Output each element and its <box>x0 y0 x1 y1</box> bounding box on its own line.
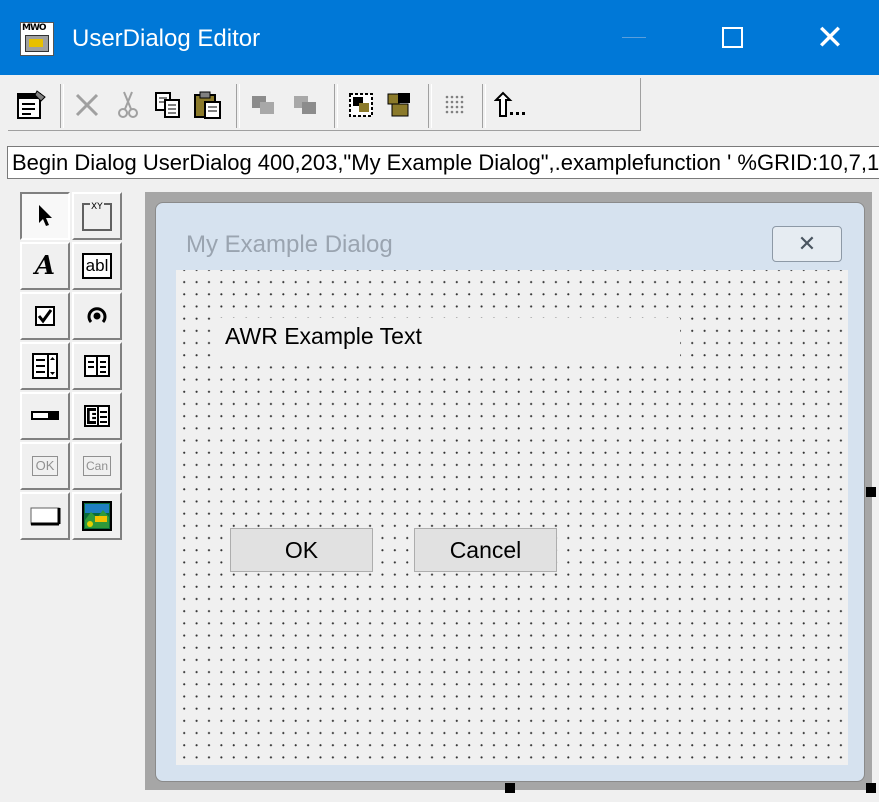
grid-button[interactable] <box>438 88 472 122</box>
paste-icon <box>194 91 221 119</box>
exit-button[interactable] <box>494 88 528 122</box>
picture-icon <box>82 501 112 531</box>
textbox-tool[interactable]: abl <box>72 242 122 290</box>
listbox-icon <box>32 353 58 379</box>
toolbar-separator <box>60 84 64 128</box>
xy-label: XY <box>91 202 103 212</box>
code-line-text: Begin Dialog UserDialog 400,203,"My Exam… <box>12 150 879 175</box>
toolbox: XY A abl E OK Can <box>20 192 124 540</box>
ok-tool-icon: OK <box>31 456 59 476</box>
group-icon <box>349 93 373 117</box>
minimize-button[interactable] <box>585 0 683 75</box>
static-text-control[interactable]: AWR Example Text <box>215 318 680 364</box>
toolbar-separator <box>428 84 432 128</box>
close-button[interactable]: ✕ <box>781 0 879 75</box>
toolbar-separator <box>482 84 486 128</box>
resize-handle-corner[interactable] <box>866 783 876 793</box>
dialog-close-button[interactable]: ✕ <box>772 226 842 262</box>
close-icon: ✕ <box>815 17 845 58</box>
select-tool[interactable] <box>20 192 70 240</box>
app-icon[interactable]: MWO <box>20 22 54 56</box>
toolbar <box>0 75 879 137</box>
properties-icon <box>17 90 46 119</box>
toolbar-strip <box>8 78 641 131</box>
window-title: UserDialog Editor <box>72 25 261 52</box>
dropdown-icon <box>31 411 59 420</box>
picture-tool[interactable] <box>72 492 122 540</box>
copy-button[interactable] <box>151 88 185 122</box>
ok-button[interactable]: OK <box>230 528 373 572</box>
dialog-close-icon: ✕ <box>797 231 817 256</box>
pushbutton-icon <box>30 507 61 526</box>
cancel-tool-icon: Can <box>82 456 111 476</box>
pushbutton-tool[interactable] <box>20 492 70 540</box>
group-button[interactable] <box>344 88 378 122</box>
resize-handle-bottom[interactable] <box>505 783 515 793</box>
xy-tool[interactable]: XY <box>72 192 122 240</box>
arrow-pointer-icon <box>39 205 52 226</box>
delete-icon <box>75 93 99 117</box>
cut-button[interactable] <box>111 88 145 122</box>
grid-icon <box>445 95 464 114</box>
combobox-icon <box>84 355 110 377</box>
droplist-icon: E <box>84 405 110 427</box>
checkbox-icon <box>35 306 55 326</box>
paste-button[interactable] <box>191 88 225 122</box>
ungroup-icon <box>387 93 410 117</box>
toolbar-separator <box>334 84 338 128</box>
dialog-title: My Example Dialog <box>186 231 393 258</box>
xy-frame-icon: XY <box>82 200 112 231</box>
cancel-button[interactable]: Cancel <box>414 528 557 572</box>
droplist-tool[interactable]: E <box>72 392 122 440</box>
maximize-button[interactable] <box>683 0 781 75</box>
ungroup-button[interactable] <box>382 88 416 122</box>
dropdown-tool[interactable] <box>20 392 70 440</box>
bring-to-front-button[interactable] <box>288 88 322 122</box>
minimize-icon <box>622 37 646 38</box>
radio-icon <box>87 307 107 323</box>
bring-to-front-icon <box>294 96 316 114</box>
text-a-icon: A <box>34 251 56 281</box>
okbutton-tool[interactable]: OK <box>20 442 70 490</box>
textbox-icon: abl <box>81 253 113 279</box>
resize-handle-right[interactable] <box>866 487 876 497</box>
delete-button[interactable] <box>70 88 104 122</box>
combobox-tool[interactable] <box>72 342 122 390</box>
send-to-back-button[interactable] <box>246 88 280 122</box>
app-icon-picture <box>25 35 49 52</box>
checkbox-tool[interactable] <box>20 292 70 340</box>
text-tool[interactable]: A <box>20 242 70 290</box>
svg-text:E: E <box>89 410 98 425</box>
optionbutton-tool[interactable] <box>72 292 122 340</box>
exit-icon <box>494 91 525 117</box>
app-icon-label: MWO <box>22 23 47 33</box>
code-line-field[interactable]: Begin Dialog UserDialog 400,203,"My Exam… <box>7 146 879 179</box>
maximize-icon <box>721 27 743 48</box>
listbox-tool[interactable] <box>20 342 70 390</box>
toolbar-separator <box>236 84 240 128</box>
title-bar: MWO UserDialog Editor ✕ <box>0 0 879 75</box>
properties-button[interactable] <box>14 88 48 122</box>
cancelbutton-tool[interactable]: Can <box>72 442 122 490</box>
send-to-back-icon <box>252 96 274 114</box>
copy-icon <box>155 92 180 118</box>
cut-icon <box>118 91 138 118</box>
